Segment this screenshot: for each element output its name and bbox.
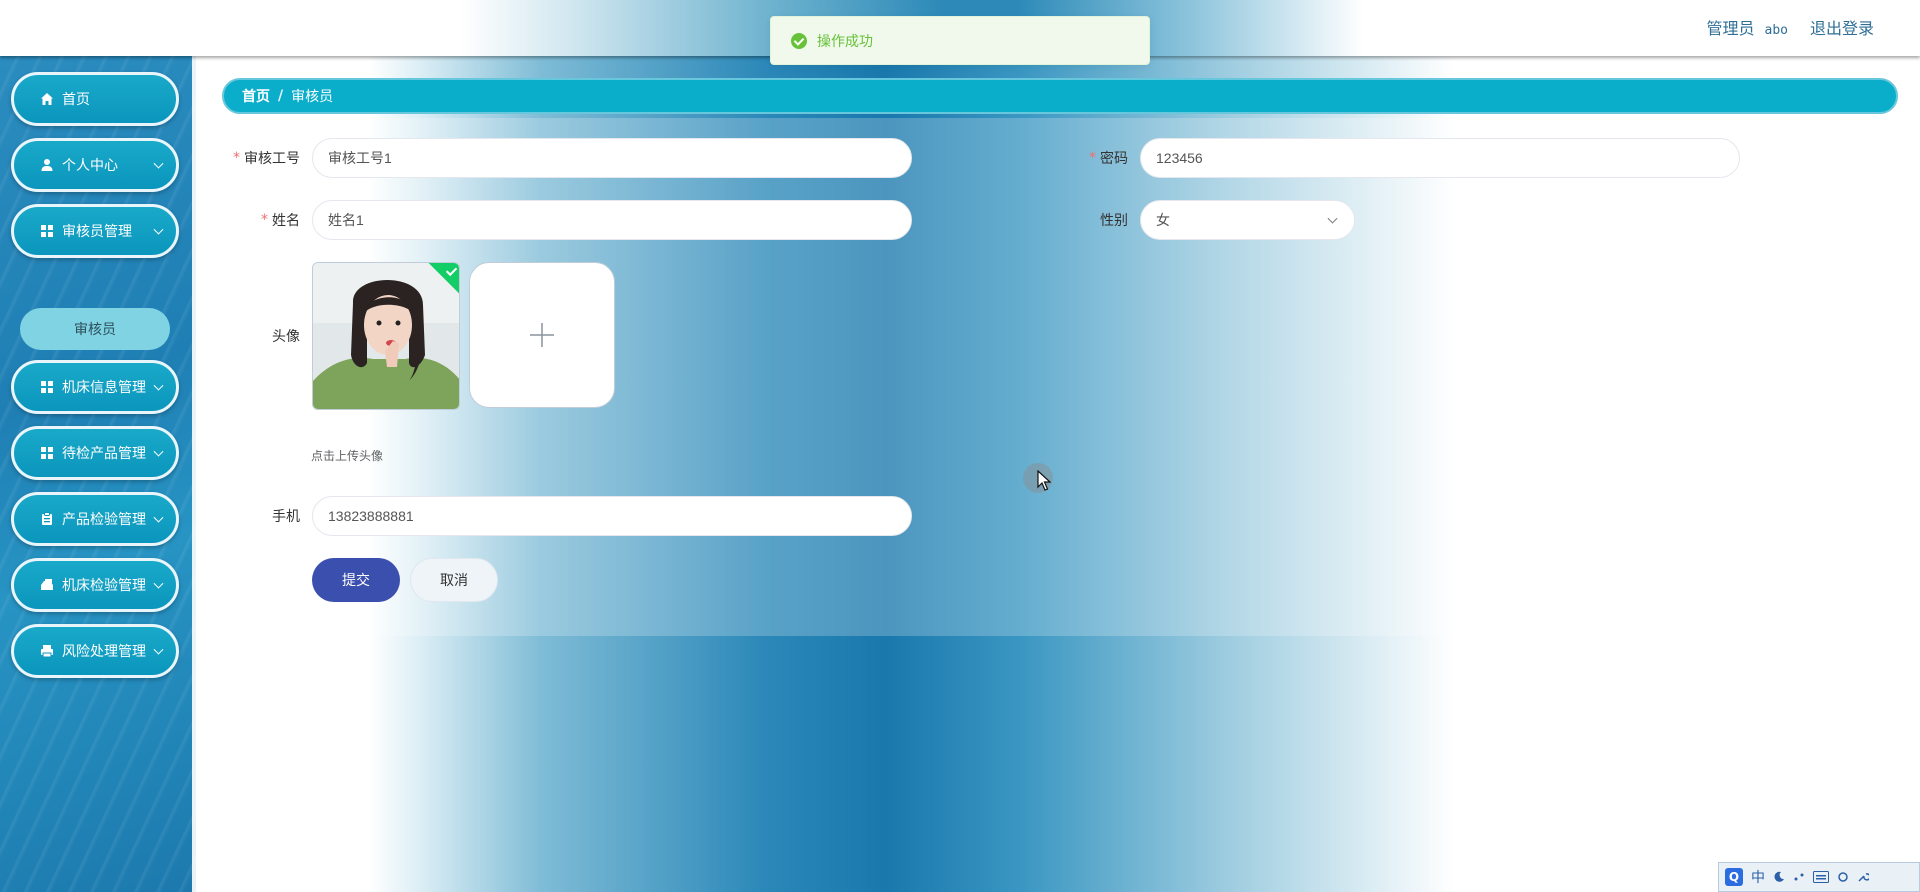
sidebar-item-product-inspection[interactable]: 产品检验管理 xyxy=(11,492,179,546)
breadcrumb-current: 审核员 xyxy=(291,89,334,105)
ime-logo-icon: Q xyxy=(1725,868,1743,886)
name-label-text: 姓名 xyxy=(272,213,300,229)
avatar-label: 头像 xyxy=(222,316,300,356)
reviewer-id-label-text: 审核工号 xyxy=(244,151,300,167)
avatar-label-text: 头像 xyxy=(272,329,300,345)
sidebar-subitem-label: 审核员 xyxy=(74,322,116,338)
sidebar-item-home[interactable]: 首页 xyxy=(11,72,179,126)
chevron-down-icon xyxy=(153,446,164,457)
avatar-photo xyxy=(313,263,459,409)
reviewer-id-input[interactable]: 审核工号1 xyxy=(312,138,912,178)
password-input[interactable]: 123456 xyxy=(1140,138,1740,178)
cancel-button[interactable]: 取消 xyxy=(410,558,498,602)
chevron-down-icon xyxy=(153,644,164,655)
user-info: 管理员 abo xyxy=(1706,15,1788,39)
grid-icon xyxy=(40,446,54,460)
printer-icon xyxy=(40,644,54,658)
breadcrumb: 首页 / 审核员 xyxy=(222,78,1898,114)
phone-label-text: 手机 xyxy=(272,509,300,525)
gender-select[interactable]: 女 xyxy=(1140,200,1355,240)
sidebar-item-label: 风险处理管理 xyxy=(62,644,146,660)
name-input[interactable]: 姓名1 xyxy=(312,200,912,240)
grid-icon xyxy=(40,224,54,238)
username: abo xyxy=(1764,23,1788,38)
success-check-icon xyxy=(791,32,807,49)
chevron-down-icon xyxy=(153,380,164,391)
wrench-icon xyxy=(1858,873,1869,882)
sidebar-item-machine-info[interactable]: 机床信息管理 xyxy=(11,360,179,414)
sidebar-item-label: 首页 xyxy=(62,92,90,108)
sidebar-subitem-reviewer[interactable]: 审核员 xyxy=(20,308,170,350)
avatar-image[interactable] xyxy=(312,262,460,410)
sidebar-item-reviewer-management[interactable]: 审核员管理 xyxy=(11,204,179,258)
gender-label-text: 性别 xyxy=(1100,213,1128,229)
chevron-down-icon xyxy=(153,158,164,169)
gender-value: 女 xyxy=(1156,212,1170,228)
avatar-upload-hint: 点击上传头像 xyxy=(311,449,384,463)
required-mark: * xyxy=(261,212,268,228)
sidebar-item-label: 机床信息管理 xyxy=(62,380,146,396)
punctuation-icon xyxy=(1794,873,1804,881)
chevron-down-icon xyxy=(1327,213,1338,224)
sidebar-edge xyxy=(192,56,196,892)
password-label: * 密码 xyxy=(1080,138,1128,178)
ime-toolbar[interactable]: Q 中 xyxy=(1718,862,1920,892)
password-label-text: 密码 xyxy=(1100,151,1128,167)
toast-message: 操作成功 xyxy=(817,33,873,50)
sidebar-item-risk-handling[interactable]: 风险处理管理 xyxy=(11,624,179,678)
settings-icon xyxy=(1838,872,1848,882)
required-mark: * xyxy=(233,150,240,166)
ime-mode: 中 xyxy=(1751,870,1765,886)
gender-label: 性别 xyxy=(1080,200,1128,240)
breadcrumb-separator: / xyxy=(278,88,284,104)
reviewer-id-value: 审核工号1 xyxy=(328,150,392,166)
user-area: 管理员 abo 退出登录 xyxy=(1706,15,1874,39)
chevron-down-icon xyxy=(153,224,164,235)
name-label: * 姓名 xyxy=(222,200,300,240)
logout-link[interactable]: 退出登录 xyxy=(1810,15,1874,39)
keyboard-icon xyxy=(1813,871,1829,883)
phone-input[interactable]: 13823888881 xyxy=(312,496,912,536)
home-icon xyxy=(40,92,54,106)
role-label: 管理员 xyxy=(1706,19,1755,38)
plus-icon xyxy=(530,323,554,347)
success-toast: 操作成功 xyxy=(770,16,1150,65)
breadcrumb-home[interactable]: 首页 xyxy=(242,86,270,106)
phone-value: 13823888881 xyxy=(328,508,414,524)
password-value: 123456 xyxy=(1156,150,1203,166)
sidebar-item-label: 审核员管理 xyxy=(62,224,132,240)
sidebar-item-label: 个人中心 xyxy=(62,158,118,174)
reviewer-id-label: * 审核工号 xyxy=(222,138,300,178)
user-icon xyxy=(40,158,54,172)
mouse-cursor-icon xyxy=(1037,470,1051,491)
chevron-down-icon xyxy=(153,512,164,523)
clipboard-icon xyxy=(40,512,54,526)
sidebar-item-personal-center[interactable]: 个人中心 xyxy=(11,138,179,192)
moon-icon xyxy=(1774,871,1784,882)
chevron-down-icon xyxy=(153,578,164,589)
required-mark: * xyxy=(1089,150,1096,166)
sidebar: 首页 个人中心 审核员管理 审核员 机床信息管理 待检产品管理 产品检验管理 机… xyxy=(0,56,196,892)
sidebar-item-label: 产品检验管理 xyxy=(62,512,146,528)
sidebar-item-machine-inspection[interactable]: 机床检验管理 xyxy=(11,558,179,612)
avatar-upload-button[interactable] xyxy=(469,262,615,408)
sidebar-item-label: 机床检验管理 xyxy=(62,578,146,594)
grid-icon xyxy=(40,380,54,394)
submit-button[interactable]: 提交 xyxy=(312,558,400,602)
sidebar-item-label: 待检产品管理 xyxy=(62,446,146,462)
sidebar-item-pending-products[interactable]: 待检产品管理 xyxy=(11,426,179,480)
name-value: 姓名1 xyxy=(328,212,364,228)
phone-label: 手机 xyxy=(222,496,300,536)
inbox-icon xyxy=(40,578,54,592)
